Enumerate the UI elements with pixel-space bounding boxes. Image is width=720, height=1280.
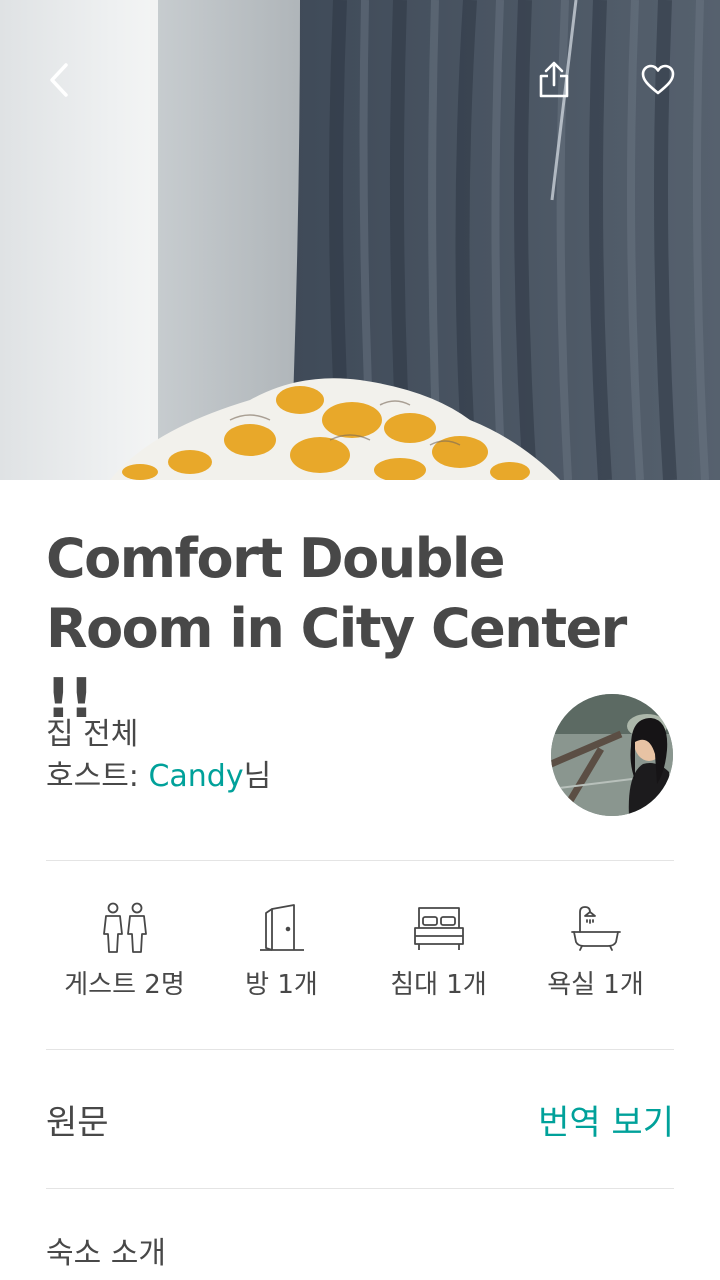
listing-photo[interactable] — [0, 0, 720, 480]
amenity-baths: 욕실 1개 — [517, 900, 674, 1010]
host-avatar[interactable] — [551, 694, 673, 816]
amenity-beds: 침대 1개 — [360, 900, 517, 1010]
listing-page: Comfort Double Room in City Center !! 집 … — [0, 0, 720, 1280]
bed-icon — [413, 907, 464, 950]
amenity-rooms: 방 1개 — [203, 900, 360, 1010]
amenity-label: 게스트 2명 — [64, 970, 185, 1000]
back-button[interactable] — [30, 50, 90, 110]
host-info: 집 전체 호스트: Candy님 — [46, 714, 271, 798]
description-section-title: 숙소 소개 — [46, 1236, 166, 1271]
divider — [46, 1049, 674, 1050]
heart-icon — [641, 64, 675, 95]
amenity-label: 욕실 1개 — [547, 970, 644, 1000]
room-type: 집 전체 — [46, 717, 139, 752]
host-avatar-photo — [551, 694, 673, 816]
door-icon — [259, 904, 304, 951]
divider — [46, 860, 674, 861]
save-button[interactable] — [628, 50, 688, 110]
original-label: 원문 — [46, 1102, 109, 1143]
share-icon — [539, 61, 569, 98]
room-photo — [0, 0, 720, 480]
translation-row: 원문 번역 보기 — [46, 1092, 674, 1146]
host-prefix: 호스트: — [46, 759, 149, 794]
amenity-label: 방 1개 — [245, 970, 318, 1000]
amenities-row: 게스트 2명 방 1개 침대 1개 욕실 1개 — [46, 900, 674, 1010]
divider — [46, 1188, 674, 1189]
host-line: 호스트: Candy님 — [46, 756, 271, 798]
bathtub-icon — [570, 906, 621, 951]
guests-icon — [102, 902, 147, 953]
host-suffix: 님 — [243, 759, 272, 794]
share-button[interactable] — [524, 50, 584, 110]
host-name-link[interactable]: Candy — [148, 759, 243, 794]
amenity-label: 침대 1개 — [390, 970, 487, 1000]
chevron-left-icon — [50, 63, 68, 97]
translate-link[interactable]: 번역 보기 — [538, 1095, 674, 1144]
amenity-guests: 게스트 2명 — [46, 900, 203, 1010]
